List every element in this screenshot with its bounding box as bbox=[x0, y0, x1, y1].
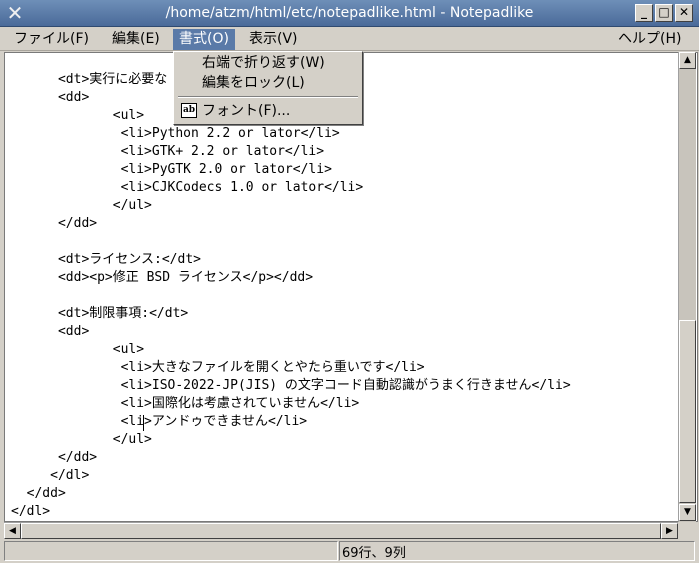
text-cursor bbox=[143, 415, 144, 431]
code-line: <li>大きなファイルを開くとやたら重いです</li> bbox=[11, 360, 425, 375]
code-line: <dd><p>修正 BSD ライセンス</p></dd> bbox=[11, 270, 314, 285]
minimize-button[interactable]: _ bbox=[635, 4, 653, 22]
scroll-left-button[interactable]: ◀ bbox=[4, 523, 21, 539]
code-line: <dt>制限事項:</dt> bbox=[11, 306, 189, 321]
scroll-down-button[interactable]: ▼ bbox=[679, 504, 696, 521]
code-line: <li>PyGTK 2.0 or lator</li> bbox=[11, 162, 332, 177]
maximize-button[interactable]: □ bbox=[655, 4, 673, 22]
horizontal-scrollbar[interactable]: ◀ ▶ bbox=[4, 522, 678, 539]
menu-edit[interactable]: 編集(E) bbox=[106, 29, 166, 50]
code-line: <dd> bbox=[11, 324, 90, 339]
menu-file[interactable]: ファイル(F) bbox=[8, 29, 95, 50]
code-line: <ul> bbox=[11, 342, 145, 357]
code-line: </dd> bbox=[11, 216, 98, 231]
menu-separator bbox=[178, 96, 358, 98]
vertical-scroll-thumb[interactable] bbox=[679, 320, 696, 503]
code-line: </dl> bbox=[11, 504, 51, 519]
menu-format[interactable]: 書式(O) bbox=[173, 29, 235, 50]
code-line: <dt>ライセンス:</dt> bbox=[11, 252, 201, 267]
code-line: <li>CJKCodecs 1.0 or lator</li> bbox=[11, 180, 364, 195]
cursor-position: 69行、9列 bbox=[342, 546, 406, 561]
title-bar: ✕ /home/atzm/html/etc/notepadlike.html -… bbox=[0, 0, 699, 27]
format-dropdown-menu: 右端で折り返す(W) 編集をロック(L) ab フォント(F)... bbox=[173, 51, 363, 125]
code-line: </ul> bbox=[11, 432, 152, 447]
scroll-right-button[interactable]: ▶ bbox=[661, 523, 678, 539]
menu-view[interactable]: 表示(V) bbox=[243, 29, 304, 50]
window-title: /home/atzm/html/etc/notepadlike.html - N… bbox=[165, 5, 534, 21]
code-line: <li>アンドゥできません</li> bbox=[11, 414, 308, 429]
code-line: <li>GTK+ 2.2 or lator</li> bbox=[11, 144, 325, 159]
menu-item-lock[interactable]: 編集をロック(L) bbox=[202, 74, 305, 92]
menu-bar: ファイル(F) 編集(E) 書式(O) 表示(V) ヘルプ(H) bbox=[0, 27, 699, 51]
menu-item-font[interactable]: フォント(F)... bbox=[202, 102, 290, 120]
scroll-up-button[interactable]: ▲ bbox=[679, 52, 696, 69]
code-line: <li>ISO-2022-JP(JIS) の文字コード自動認識がうまく行きません… bbox=[11, 378, 571, 393]
code-line: </dd> bbox=[11, 486, 66, 501]
menu-help[interactable]: ヘルプ(H) bbox=[612, 29, 687, 50]
code-line: </ul> bbox=[11, 198, 152, 213]
code-line: </dl> bbox=[11, 468, 90, 483]
font-icon: ab bbox=[181, 103, 197, 118]
code-line: </dd> bbox=[11, 450, 98, 465]
status-bar: 69行、9列 bbox=[0, 540, 699, 563]
close-button[interactable]: ✕ bbox=[675, 4, 693, 22]
status-pane-left bbox=[4, 541, 338, 561]
vertical-scrollbar[interactable]: ▲ ▼ bbox=[678, 52, 696, 522]
code-line: <li>Python 2.2 or lator</li> bbox=[11, 126, 340, 141]
code-line: <li>国際化は考慮されていません</li> bbox=[11, 396, 360, 411]
menu-item-wrap[interactable]: 右端で折り返す(W) bbox=[202, 54, 325, 72]
horizontal-scroll-thumb[interactable] bbox=[21, 523, 661, 539]
